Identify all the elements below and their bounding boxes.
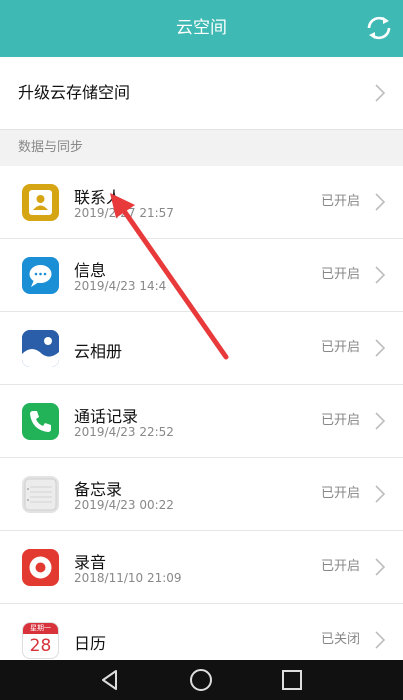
chevron-right-icon xyxy=(375,266,385,284)
system-nav-bar xyxy=(0,660,403,700)
sync-icon[interactable] xyxy=(365,14,393,42)
phone-icon xyxy=(22,403,59,440)
chevron-right-icon xyxy=(375,339,385,357)
page-title: 云空间 xyxy=(176,18,227,38)
item-date: 2018/11/10 21:09 xyxy=(74,571,182,585)
sync-list: 联系人 2019/2/27 21:57 已开启 信息 2019/4/23 14:… xyxy=(0,166,403,677)
item-name: 录音 xyxy=(74,553,107,572)
item-status: 已开启 xyxy=(320,194,360,209)
calendar-day: 28 xyxy=(29,636,52,656)
item-status: 已开启 xyxy=(320,559,360,574)
app-header: 云空间 xyxy=(0,0,403,57)
calendar-icon: 星期一 28 xyxy=(22,622,59,659)
notes-icon xyxy=(22,476,59,513)
gallery-icon xyxy=(22,330,59,367)
section-title: 数据与同步 xyxy=(18,140,84,155)
sync-item-contacts[interactable]: 联系人 2019/2/27 21:57 已开启 xyxy=(0,166,403,239)
chevron-right-icon xyxy=(375,485,385,503)
back-icon[interactable] xyxy=(98,668,122,692)
sync-item-notes[interactable]: 备忘录 2019/4/23 00:22 已开启 xyxy=(0,458,403,531)
item-status: 已开启 xyxy=(320,486,360,501)
recorder-icon xyxy=(22,549,59,586)
item-name: 通话记录 xyxy=(74,407,139,426)
item-date: 2019/4/23 22:52 xyxy=(74,425,174,439)
calendar-weekday: 星期一 xyxy=(23,623,58,634)
sync-item-recorder[interactable]: 录音 2018/11/10 21:09 已开启 xyxy=(0,531,403,604)
item-name: 联系人 xyxy=(74,188,123,207)
item-date: 2019/2/27 21:57 xyxy=(74,206,174,220)
item-name: 信息 xyxy=(74,261,107,280)
chevron-right-icon xyxy=(375,631,385,649)
home-icon[interactable] xyxy=(189,668,213,692)
item-name: 备忘录 xyxy=(74,480,123,499)
item-status: 已开启 xyxy=(320,340,360,355)
sync-item-calllog[interactable]: 通话记录 2019/4/23 22:52 已开启 xyxy=(0,385,403,458)
upgrade-storage-label: 升级云存储空间 xyxy=(18,83,131,102)
chevron-right-icon xyxy=(375,558,385,576)
item-status: 已开启 xyxy=(320,413,360,428)
recents-icon[interactable] xyxy=(280,668,304,692)
item-name: 云相册 xyxy=(74,342,123,361)
chevron-right-icon xyxy=(375,412,385,430)
sync-item-gallery[interactable]: 云相册 已开启 xyxy=(0,312,403,385)
contacts-icon xyxy=(22,184,59,221)
section-header: 数据与同步 xyxy=(0,130,403,166)
chevron-right-icon xyxy=(375,84,385,102)
item-date: 2019/4/23 14:4 xyxy=(74,279,167,293)
item-name: 日历 xyxy=(74,634,107,653)
item-date: 2019/4/23 00:22 xyxy=(74,498,174,512)
chevron-right-icon xyxy=(375,193,385,211)
messages-icon xyxy=(22,257,59,294)
item-status: 已开启 xyxy=(320,267,360,282)
sync-item-messages[interactable]: 信息 2019/4/23 14:4 已开启 xyxy=(0,239,403,312)
upgrade-storage-row[interactable]: 升级云存储空间 xyxy=(0,57,403,130)
